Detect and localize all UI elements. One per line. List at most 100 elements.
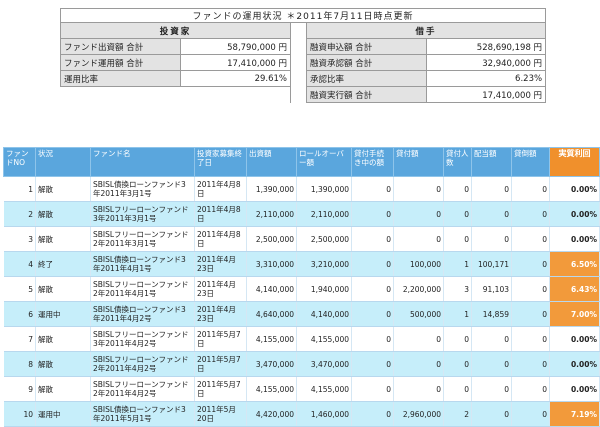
cell-borrowers: 1: [443, 251, 472, 277]
cell-close-date: 2011年5月7日: [194, 351, 247, 377]
fund-row: 7 解散 SBISLフリーローンファンド3年2011年4月2号 2011年5月7日 4,…: [3, 326, 600, 352]
investor-label: ファンド出資額 合計: [60, 38, 181, 55]
cell-fund-no: 1: [3, 176, 36, 202]
cell-real-yield: 0.00%: [549, 226, 600, 252]
cell-fund-no: 3: [3, 226, 36, 252]
cell-default: 0: [511, 201, 550, 227]
cell-dividend: 91,103: [471, 276, 512, 302]
borrower-value: 17,410,000 円: [425, 86, 547, 103]
cell-borrowers: 0: [443, 351, 472, 377]
cell-pending: 0: [351, 351, 394, 377]
cell-dividend: 0: [471, 326, 512, 352]
cell-real-yield: 0.00%: [549, 176, 600, 202]
fund-row: 1 解散 SBISL債換ローンファンド3年2011年3月1号 2011年4月8日 1,3…: [3, 176, 600, 202]
col-status: 状況: [35, 147, 91, 177]
cell-close-date: 2011年4月8日: [194, 176, 247, 202]
summary-row: ファンド出資額 合計 58,790,000 円 融資申込額 合計 528,690…: [60, 38, 547, 55]
col-dividend: 配当額: [471, 147, 512, 177]
col-pending: 貸付手続き中の額: [351, 147, 394, 177]
cell-close-date: 2011年4月23日: [194, 276, 247, 302]
cell-pending: 0: [351, 401, 394, 427]
cell-dividend: 0: [471, 401, 512, 427]
cell-investment: 4,420,000: [246, 401, 297, 427]
cell-fund-status: 解散: [35, 226, 91, 252]
cell-default: 0: [511, 351, 550, 377]
cell-default: 0: [511, 226, 550, 252]
cell-fund-name: SBISLフリーローンファンド2年2011年4月2号: [90, 376, 195, 402]
cell-loan: 2,960,000: [393, 401, 444, 427]
cell-pending: 0: [351, 376, 394, 402]
cell-loan: 0: [393, 376, 444, 402]
cell-dividend: 14,859: [471, 301, 512, 327]
cell-borrowers: 0: [443, 226, 472, 252]
cell-close-date: 2011年5月7日: [194, 326, 247, 352]
cell-borrowers: 1: [443, 301, 472, 327]
col-fund-no: ファンドNO: [3, 147, 36, 177]
cell-loan: 500,000: [393, 301, 444, 327]
cell-loan: 100,000: [393, 251, 444, 277]
cell-rollover: 1,460,000: [296, 401, 352, 427]
cell-borrowers: 0: [443, 326, 472, 352]
summary-row: 運用比率 29.61% 承認比率 6.23%: [60, 70, 547, 87]
borrower-label: 融資実行額 合計: [306, 86, 427, 103]
borrower-value: 32,940,000 円: [425, 54, 547, 71]
cell-fund-name: SBISLフリーローンファンド3年2011年3月1号: [90, 201, 195, 227]
col-fund-name: ファンド名: [90, 147, 195, 177]
cell-real-yield: 0.00%: [549, 326, 600, 352]
cell-borrowers: 2: [443, 401, 472, 427]
summary-row: 融資実行額 合計 17,410,000 円: [61, 86, 547, 103]
summary-row: ファンド運用額 合計 17,410,000 円 融資承認額 合計 32,940,…: [60, 54, 547, 71]
investor-value: 29.61%: [180, 70, 291, 87]
cell-real-yield: 0.00%: [549, 201, 600, 227]
fund-row: 5 解散 SBISLフリーローンファンド2年2011年4月1号 2011年4月23日 4…: [3, 276, 600, 302]
col-close-date: 投資家募集終了日: [194, 147, 247, 177]
cell-dividend: 0: [471, 201, 512, 227]
cell-investment: 3,470,000: [246, 351, 297, 377]
fund-list-header: ファンドNO 状況 ファンド名 投資家募集終了日 出資額 ロールオーバー額 貸付…: [3, 147, 600, 177]
fund-summary-table: ファンドの運用状況 ＊2011年7月11日時点更新 投資家 借手 ファンド出資額…: [59, 8, 547, 103]
cell-fund-status: 解散: [35, 201, 91, 227]
cell-fund-status: 解散: [35, 351, 91, 377]
cell-borrowers: 0: [443, 201, 472, 227]
cell-fund-no: 5: [3, 276, 36, 302]
fund-row: 9 解散 SBISLフリーローンファンド2年2011年4月2号 2011年5月7日 4,…: [3, 376, 600, 402]
cell-close-date: 2011年4月8日: [194, 201, 247, 227]
cell-investment: 2,500,000: [246, 226, 297, 252]
investor-label: ファンド運用額 合計: [60, 54, 181, 71]
fund-row: 10 運用中 SBISL債換ローンファンド3年2011年5月1号 2011年5月20日…: [3, 401, 600, 427]
fund-row: 8 解散 SBISLフリーローンファンド2年2011年4月2号 2011年5月7日 3,…: [3, 351, 600, 377]
cell-fund-no: 9: [3, 376, 36, 402]
borrower-header: 借手: [305, 22, 547, 39]
cell-real-yield: 6.43%: [549, 276, 600, 302]
cell-fund-name: SBISLフリーローンファンド2年2011年3月1号: [90, 226, 195, 252]
cell-close-date: 2011年5月20日: [194, 401, 247, 427]
cell-rollover: 4,155,000: [296, 376, 352, 402]
cell-dividend: 0: [471, 376, 512, 402]
cell-default: 0: [511, 176, 550, 202]
cell-investment: 4,155,000: [246, 376, 297, 402]
cell-dividend: 100,171: [471, 251, 512, 277]
col-default: 貸倒額: [511, 147, 550, 177]
cell-fund-no: 4: [3, 251, 36, 277]
cell-borrowers: 0: [443, 176, 472, 202]
cell-investment: 1,390,000: [246, 176, 297, 202]
fund-row: 2 解散 SBISLフリーローンファンド3年2011年3月1号 2011年4月8日 2,…: [3, 201, 600, 227]
cell-investment: 4,155,000: [246, 326, 297, 352]
borrower-value: 528,690,198 円: [425, 38, 547, 55]
cell-fund-name: SBISL債換ローンファンド3年2011年4月2号: [90, 301, 195, 327]
cell-close-date: 2011年4月23日: [194, 251, 247, 277]
col-investment: 出資額: [246, 147, 297, 177]
summary-title: ファンドの運用状況 ＊2011年7月11日時点更新: [59, 8, 547, 23]
cell-real-yield: 6.50%: [549, 251, 600, 277]
investor-label: 運用比率: [60, 70, 181, 87]
cell-pending: 0: [351, 226, 394, 252]
cell-investment: 4,640,000: [246, 301, 297, 327]
cell-fund-name: SBISLフリーローンファンド2年2011年4月1号: [90, 276, 195, 302]
cell-dividend: 0: [471, 176, 512, 202]
cell-fund-no: 7: [3, 326, 36, 352]
cell-pending: 0: [351, 301, 394, 327]
col-borrowers: 貸付人数: [443, 147, 472, 177]
cell-borrowers: 0: [443, 376, 472, 402]
cell-fund-status: 解散: [35, 276, 91, 302]
cell-default: 0: [511, 276, 550, 302]
